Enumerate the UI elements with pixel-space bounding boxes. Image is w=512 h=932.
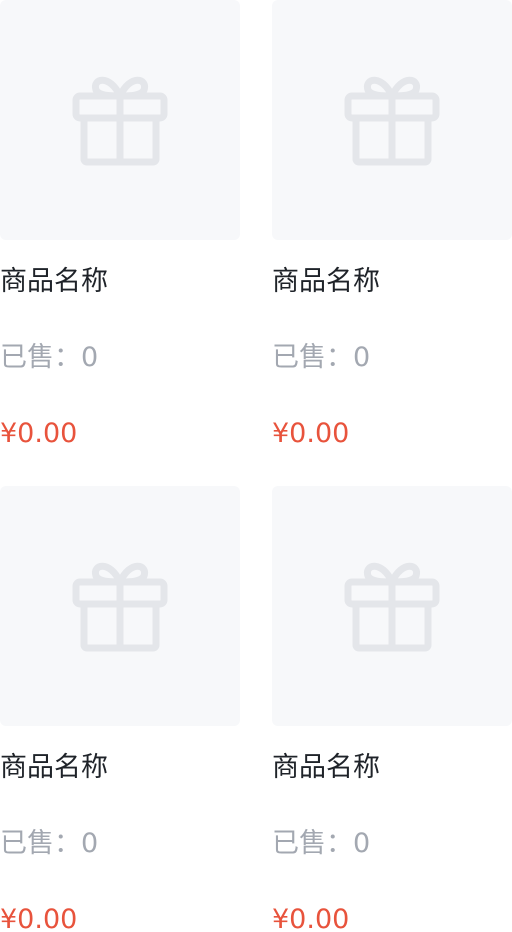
product-price: ¥0.00 (0, 418, 78, 449)
product-name[interactable]: 商品名称 (272, 748, 380, 788)
product-price: ¥0.00 (272, 418, 350, 449)
product-sold-count: 已售：0 (0, 828, 99, 859)
product-sold-count: 已售：0 (0, 342, 99, 373)
product-sold-count: 已售：0 (272, 342, 371, 373)
gift-icon (344, 562, 440, 652)
product-price: ¥0.00 (0, 904, 78, 932)
product-card[interactable]: 商品名称 已售：0 ¥0.00 (272, 0, 512, 480)
product-sold-count: 已售：0 (272, 828, 371, 859)
product-card[interactable]: 商品名称 已售：0 ¥0.00 (272, 486, 512, 932)
product-card[interactable]: 商品名称 已售：0 ¥0.00 (0, 486, 240, 932)
gift-icon (344, 76, 440, 166)
product-name[interactable]: 商品名称 (0, 748, 108, 788)
product-card[interactable]: 商品名称 已售：0 ¥0.00 (0, 0, 240, 480)
product-name[interactable]: 商品名称 (272, 262, 380, 302)
product-grid: 商品名称 已售：0 ¥0.00 商品名称 已售：0 ¥0.00 商品名称 已售：… (0, 0, 512, 932)
product-price: ¥0.00 (272, 904, 350, 932)
gift-icon (72, 76, 168, 166)
product-image-placeholder[interactable] (272, 486, 512, 726)
gift-icon (72, 562, 168, 652)
product-image-placeholder[interactable] (272, 0, 512, 240)
product-name[interactable]: 商品名称 (0, 262, 108, 302)
product-image-placeholder[interactable] (0, 0, 240, 240)
product-image-placeholder[interactable] (0, 486, 240, 726)
